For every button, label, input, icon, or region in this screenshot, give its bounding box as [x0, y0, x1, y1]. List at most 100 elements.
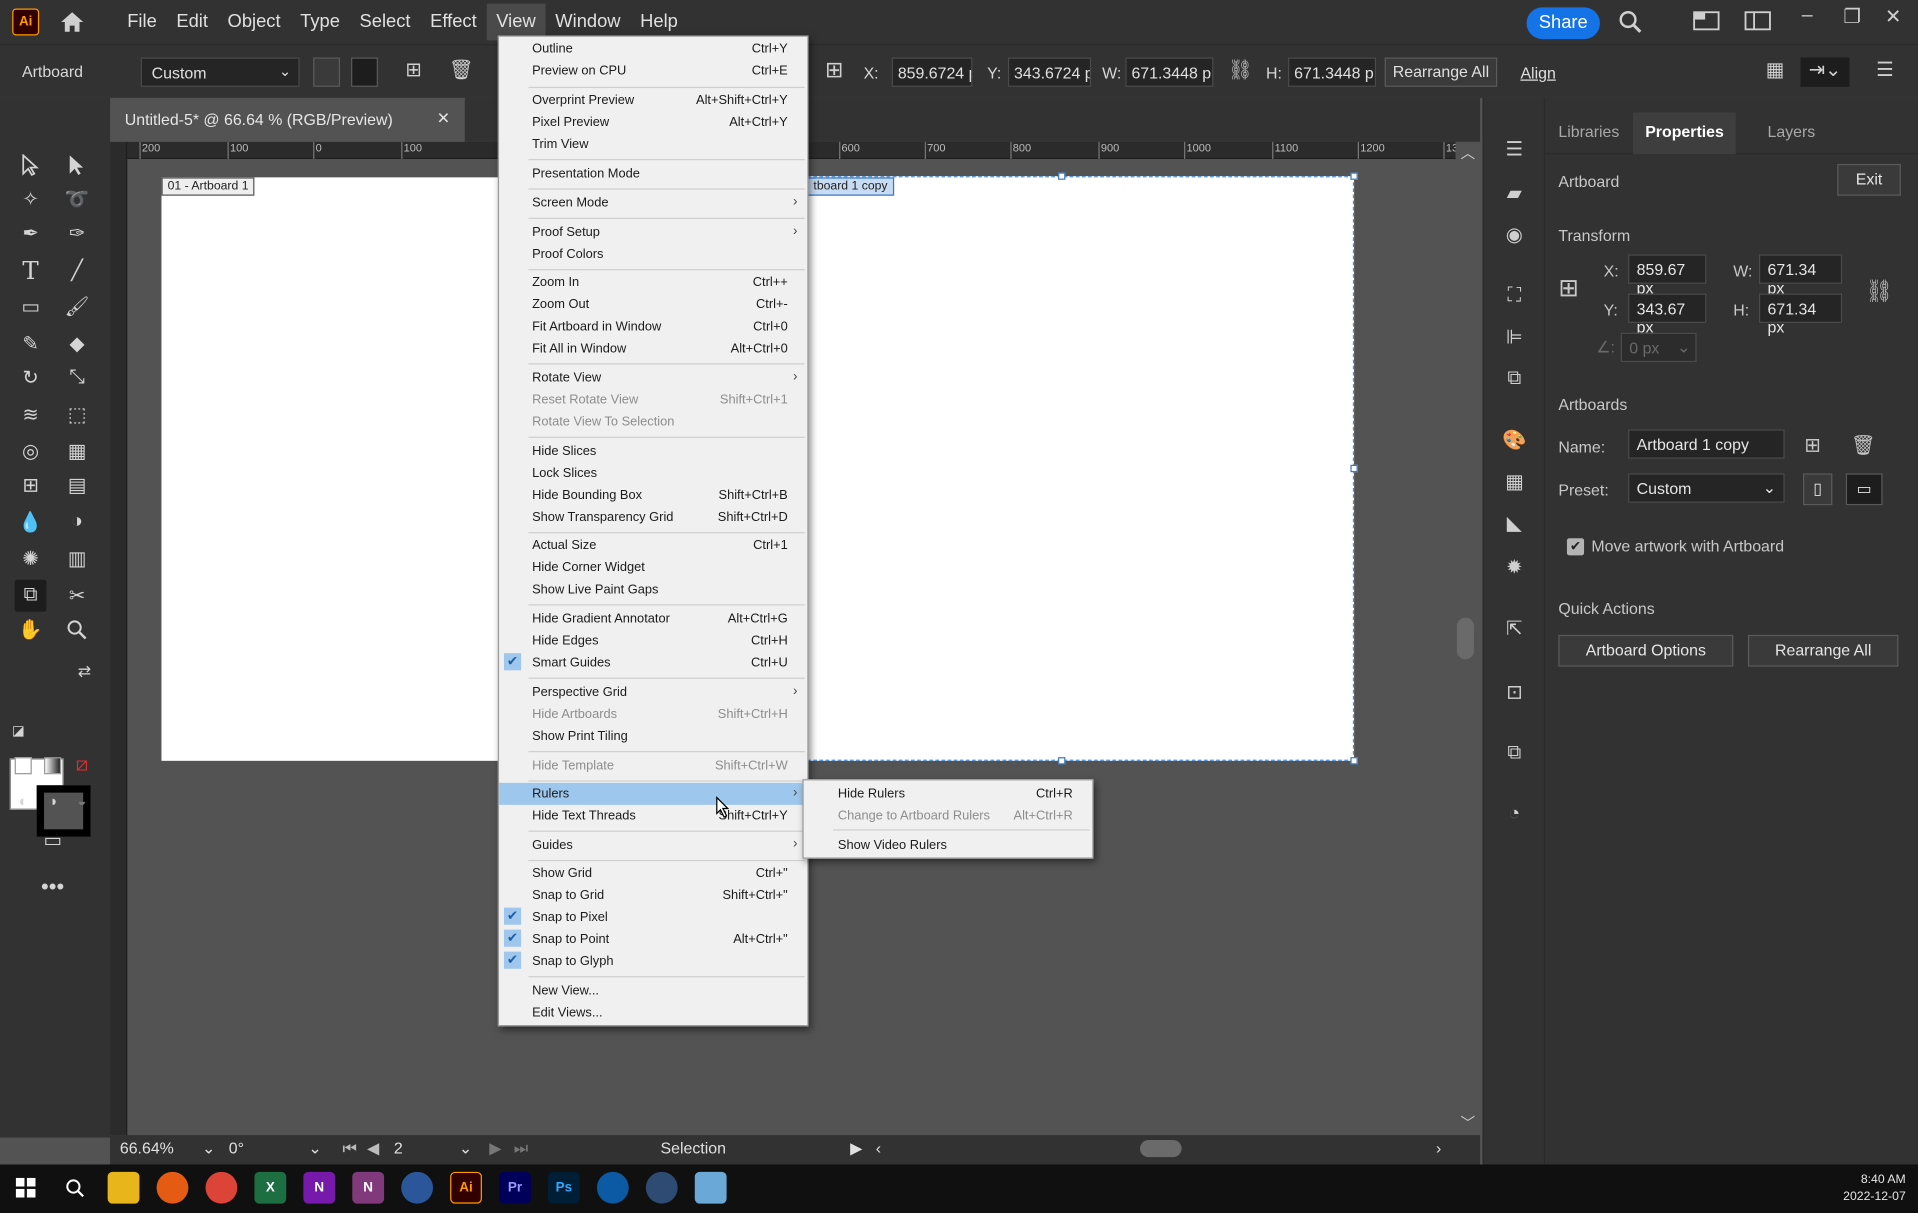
share-button[interactable]: Share: [1526, 7, 1600, 40]
menu-item-lock-slices[interactable]: Lock Slices: [499, 462, 807, 484]
blend-tool-icon[interactable]: ◑: [61, 506, 93, 538]
move-artwork-checkbox[interactable]: ✔: [1566, 538, 1585, 556]
delete-artboard-icon[interactable]: 🗑: [448, 57, 475, 86]
new-artboard-icon[interactable]: ⊞: [400, 57, 427, 86]
shaper-tool-icon[interactable]: ✎: [15, 328, 47, 360]
close-window-icon[interactable]: ✕: [1885, 5, 1901, 29]
search-icon[interactable]: [59, 1172, 91, 1204]
constrain-proportions-icon[interactable]: ⛓: [1865, 279, 1893, 305]
curvature-tool-icon[interactable]: ✑: [61, 218, 93, 250]
shape-builder-icon[interactable]: ◎: [15, 435, 47, 467]
chrome-icon[interactable]: [205, 1171, 238, 1204]
menu-item-smart-guides[interactable]: ✔ Smart Guides Ctrl+U: [499, 652, 807, 674]
status-menu-icon[interactable]: ▶: [850, 1139, 862, 1161]
reference-point-icon[interactable]: ⊞: [1558, 273, 1579, 304]
last-artboard-icon[interactable]: ⏭: [514, 1139, 528, 1161]
menu-edit[interactable]: Edit: [167, 4, 218, 41]
more-tools-icon[interactable]: •••: [37, 871, 69, 903]
menu-item-hide-gradient-annotator[interactable]: Hide Gradient Annotator Alt+Ctrl+G: [499, 608, 807, 630]
paintbrush-icon[interactable]: 🖌: [61, 291, 93, 323]
gradient-tool-icon[interactable]: ▤: [61, 470, 93, 502]
column-graph-icon[interactable]: ▥: [61, 543, 93, 575]
gradient-panel-icon[interactable]: ◣: [1498, 509, 1530, 538]
first-artboard-icon[interactable]: ⏮: [342, 1139, 356, 1161]
menu-item-fit-all[interactable]: Fit All in Window Alt+Ctrl+0: [499, 338, 807, 360]
y-field[interactable]: 343.6724 p:: [1007, 57, 1092, 87]
scroll-right-icon[interactable]: ›: [1436, 1139, 1441, 1161]
landscape-icon[interactable]: ▭: [1845, 473, 1883, 506]
menu-select[interactable]: Select: [350, 4, 421, 41]
vertical-ruler[interactable]: [110, 141, 128, 1136]
artboard-tool-icon[interactable]: ⧉: [14, 579, 47, 612]
draw-inside-icon[interactable]: ◒: [66, 785, 98, 817]
edge-icon[interactable]: [596, 1171, 629, 1204]
export-panel-icon[interactable]: ⇱: [1498, 614, 1530, 643]
zoom-tool-icon[interactable]: [61, 614, 93, 646]
align-panel-icon[interactable]: ⊫: [1498, 323, 1530, 352]
artboard-1[interactable]: [161, 177, 517, 761]
rotate-tool-icon[interactable]: ↻: [15, 362, 47, 394]
libraries-panel-icon[interactable]: ◔: [1498, 800, 1530, 829]
home-icon[interactable]: [59, 9, 86, 36]
w-input[interactable]: 671.34 px: [1758, 254, 1843, 297]
y-input[interactable]: 343.67 px: [1628, 293, 1707, 336]
resize-handle[interactable]: [1058, 172, 1066, 180]
search-icon[interactable]: [1617, 10, 1644, 34]
menu-item-snap-to-pixel[interactable]: ✔ Snap to Pixel: [499, 906, 807, 928]
align-link[interactable]: Align: [1520, 64, 1555, 82]
asset-export-icon[interactable]: ⊡: [1498, 678, 1530, 707]
onenote-2-icon[interactable]: N: [352, 1171, 385, 1204]
resize-handle[interactable]: [1350, 464, 1358, 473]
outlook-icon[interactable]: [401, 1171, 434, 1204]
menu-item-rulers[interactable]: Rulers ›: [499, 782, 808, 805]
symbol-sprayer-icon[interactable]: ✺: [15, 543, 47, 575]
pathfinder-panel-icon[interactable]: ⧉: [1498, 365, 1530, 394]
menu-item-hide-edges[interactable]: Hide Edges Ctrl+H: [499, 630, 807, 652]
menu-item-live-paint-gaps[interactable]: Show Live Paint Gaps: [499, 579, 807, 601]
artboard-1-label[interactable]: 01 - Artboard 1: [161, 177, 255, 196]
swap-colors-icon[interactable]: ⇄: [68, 656, 100, 688]
menu-item-snap-to-glyph[interactable]: ✔ Snap to Glyph: [499, 950, 807, 972]
none-mode-icon[interactable]: ⧄: [66, 750, 98, 782]
delete-artboard-icon[interactable]: 🗑: [1851, 433, 1876, 457]
resize-handle[interactable]: [1350, 172, 1358, 180]
previous-artboard-icon[interactable]: ◀: [367, 1139, 379, 1161]
menu-item-hide-slices[interactable]: Hide Slices: [499, 440, 807, 462]
transform-panel-icon[interactable]: ⛶: [1498, 281, 1530, 310]
screen-mode-icon[interactable]: ▭: [37, 824, 69, 856]
x-field[interactable]: 859.6724 p:: [891, 57, 973, 87]
h-field[interactable]: 671.3448 p:: [1288, 57, 1377, 87]
menu-item-video-rulers[interactable]: Show Video Rulers: [804, 834, 1093, 856]
menu-file[interactable]: File: [117, 4, 166, 41]
menu-item-hide-bounding-box[interactable]: Hide Bounding Box Shift+Ctrl+B: [499, 484, 807, 506]
angle-input[interactable]: 0 px ⌄: [1620, 332, 1697, 363]
menu-item-hide-text-threads[interactable]: Hide Text Threads Shift+Ctrl+Y: [499, 805, 807, 827]
horizontal-scroll-thumb[interactable]: [1140, 1140, 1182, 1158]
artboard-preset-select[interactable]: Custom ⌄: [140, 57, 300, 87]
menu-item-zoom-out[interactable]: Zoom Out Ctrl+-: [499, 294, 807, 316]
appearance-panel-icon[interactable]: ◉: [1498, 220, 1530, 249]
artboard-2-label[interactable]: tboard 1 copy: [807, 177, 894, 196]
menu-item-snap-to-grid[interactable]: Snap to Grid Shift+Ctrl+": [499, 884, 807, 906]
menu-type[interactable]: Type: [290, 4, 349, 41]
document-tab[interactable]: Untitled-5* @ 66.64 % (RGB/Preview) ✕: [110, 97, 465, 142]
slice-tool-icon[interactable]: ✂: [61, 580, 93, 612]
menu-effect[interactable]: Effect: [420, 4, 486, 41]
next-artboard-icon[interactable]: ▶: [489, 1139, 501, 1161]
color-panel-icon[interactable]: ▰: [1498, 179, 1530, 208]
x-input[interactable]: 859.67 px: [1628, 254, 1707, 297]
current-tool-status[interactable]: Selection: [661, 1139, 726, 1161]
tab-properties[interactable]: Properties: [1632, 112, 1737, 155]
menu-item-screen-mode[interactable]: Screen Mode ›: [499, 192, 807, 214]
rearrange-all-button[interactable]: Rearrange All: [1747, 634, 1899, 667]
type-tool-icon[interactable]: T: [15, 254, 47, 286]
grid-layout-icon[interactable]: ▦: [1761, 57, 1788, 86]
menu-item-fit-artboard[interactable]: Fit Artboard in Window Ctrl+0: [499, 316, 807, 338]
clock[interactable]: 8:40 AM 2022-12-07: [1843, 1164, 1906, 1206]
menu-item-rotate-to-selection[interactable]: Rotate View To Selection: [499, 411, 807, 433]
direct-selection-tool-icon[interactable]: [61, 149, 93, 181]
resize-handle[interactable]: [1350, 757, 1358, 765]
artboard-number-field[interactable]: 2 ⌄: [394, 1139, 472, 1161]
mesh-tool-icon[interactable]: ⊞: [15, 470, 47, 502]
reference-point-icon[interactable]: ⊞: [821, 57, 848, 86]
